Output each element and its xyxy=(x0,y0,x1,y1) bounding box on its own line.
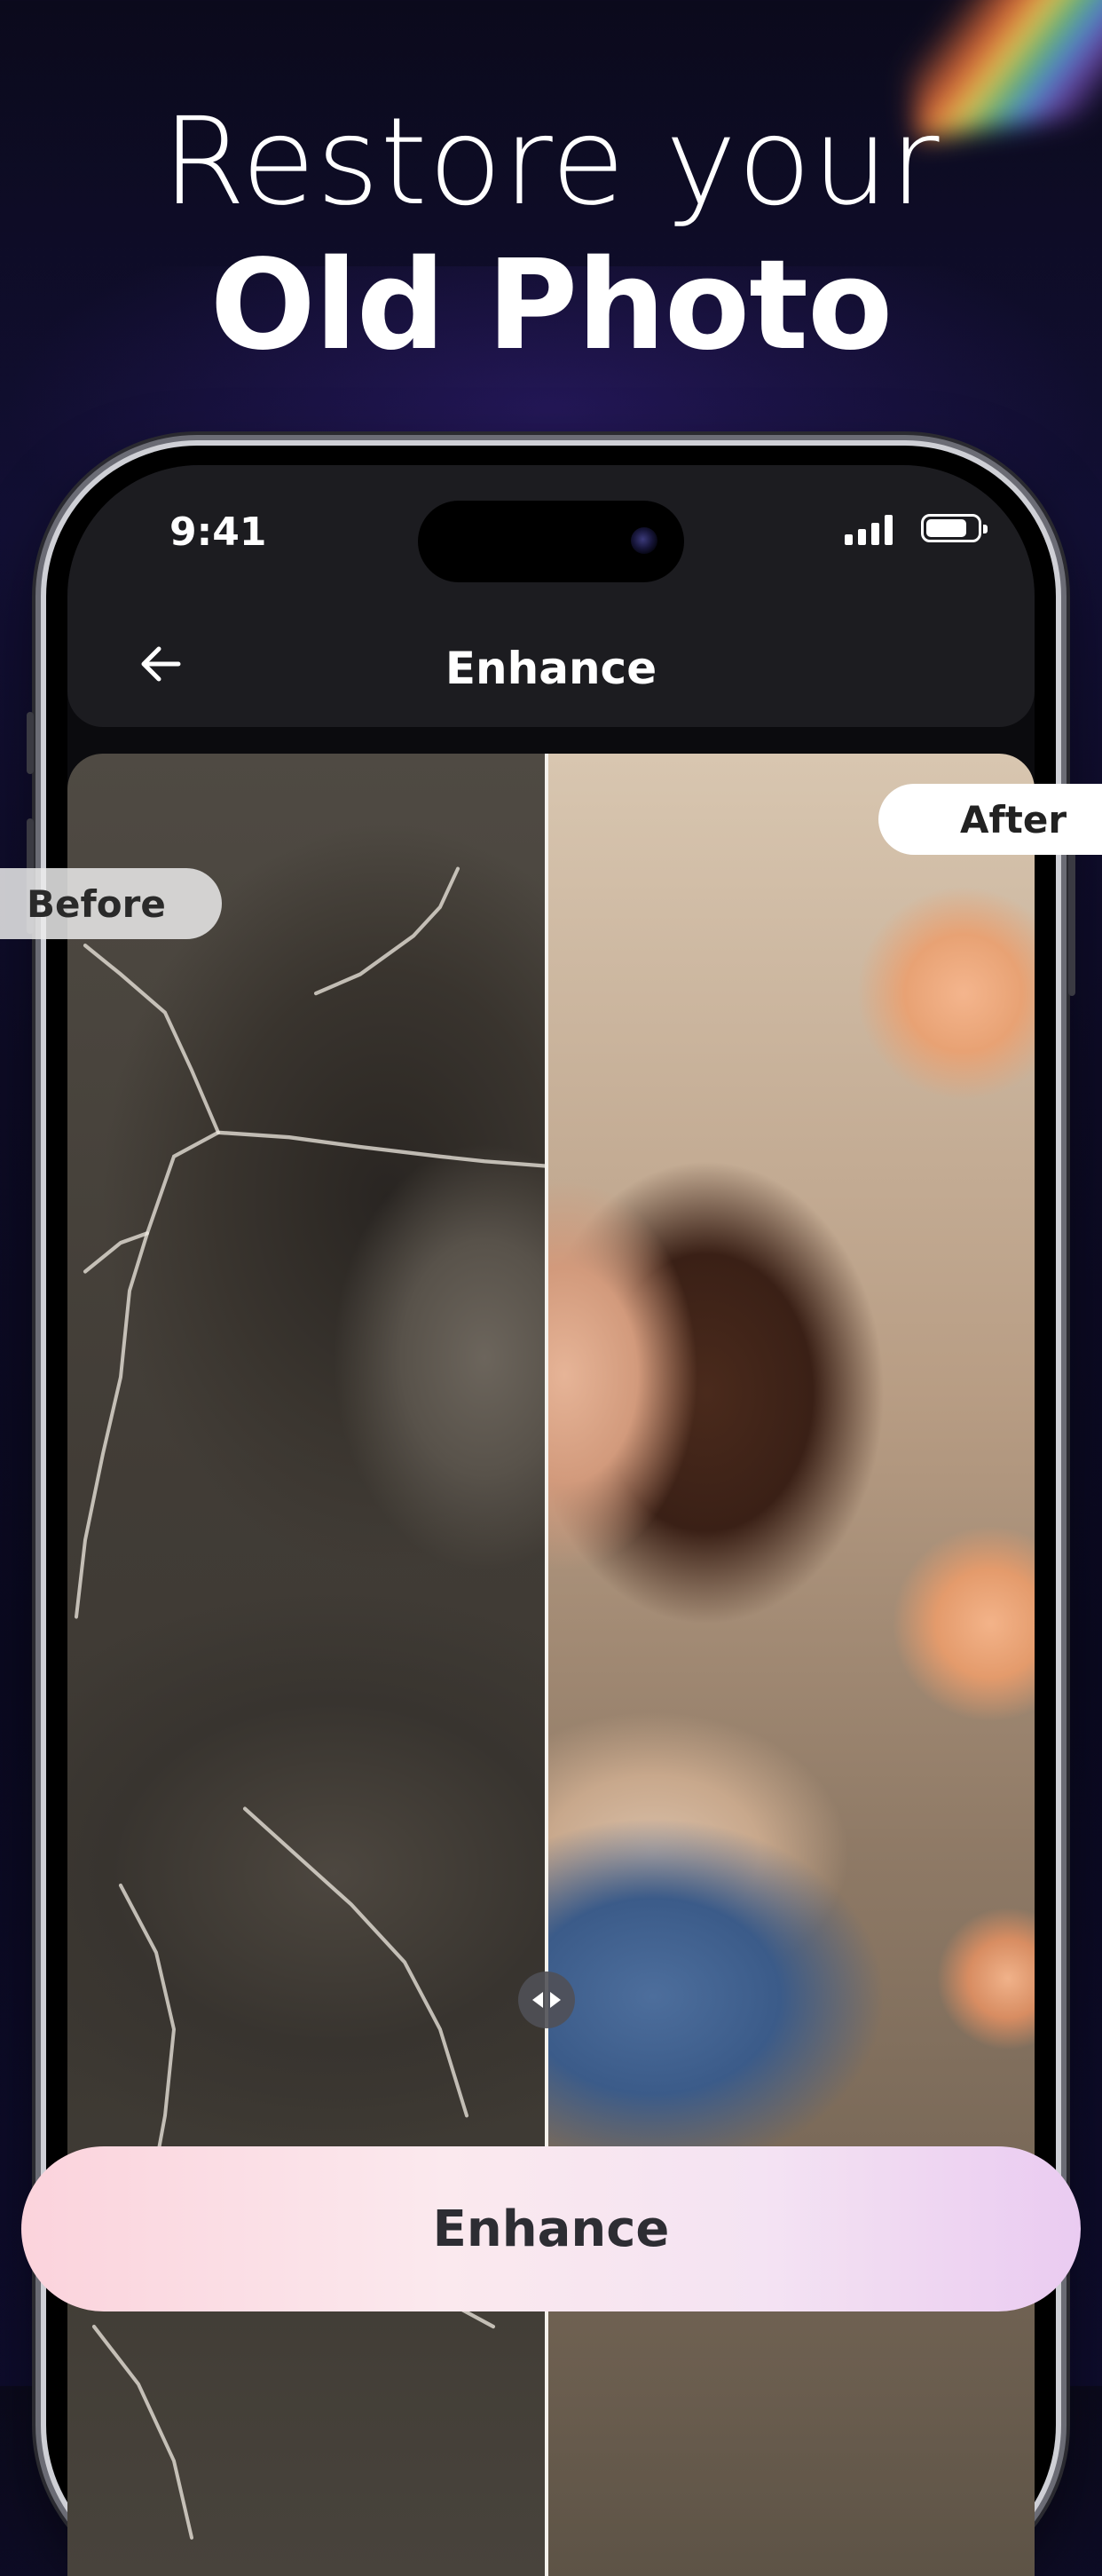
phone-side-button xyxy=(27,712,34,774)
status-time: 9:41 xyxy=(169,510,267,555)
navigation-bar: 9:41 Enhance xyxy=(67,465,1035,727)
battery-icon xyxy=(921,514,988,542)
after-label: After xyxy=(878,784,1102,855)
page-title: Enhance xyxy=(445,643,657,694)
headline-line-2: Old Photo xyxy=(209,233,893,378)
before-label: Before xyxy=(0,868,222,939)
enhance-button[interactable]: Enhance xyxy=(21,2146,1081,2311)
status-bar: 9:41 xyxy=(67,465,1035,582)
dynamic-island xyxy=(418,501,684,582)
signal-icon xyxy=(845,515,893,545)
drag-handle-icon[interactable] xyxy=(518,1972,575,2028)
headline-line-1: Restore your xyxy=(161,92,941,233)
camera-icon xyxy=(631,527,657,554)
